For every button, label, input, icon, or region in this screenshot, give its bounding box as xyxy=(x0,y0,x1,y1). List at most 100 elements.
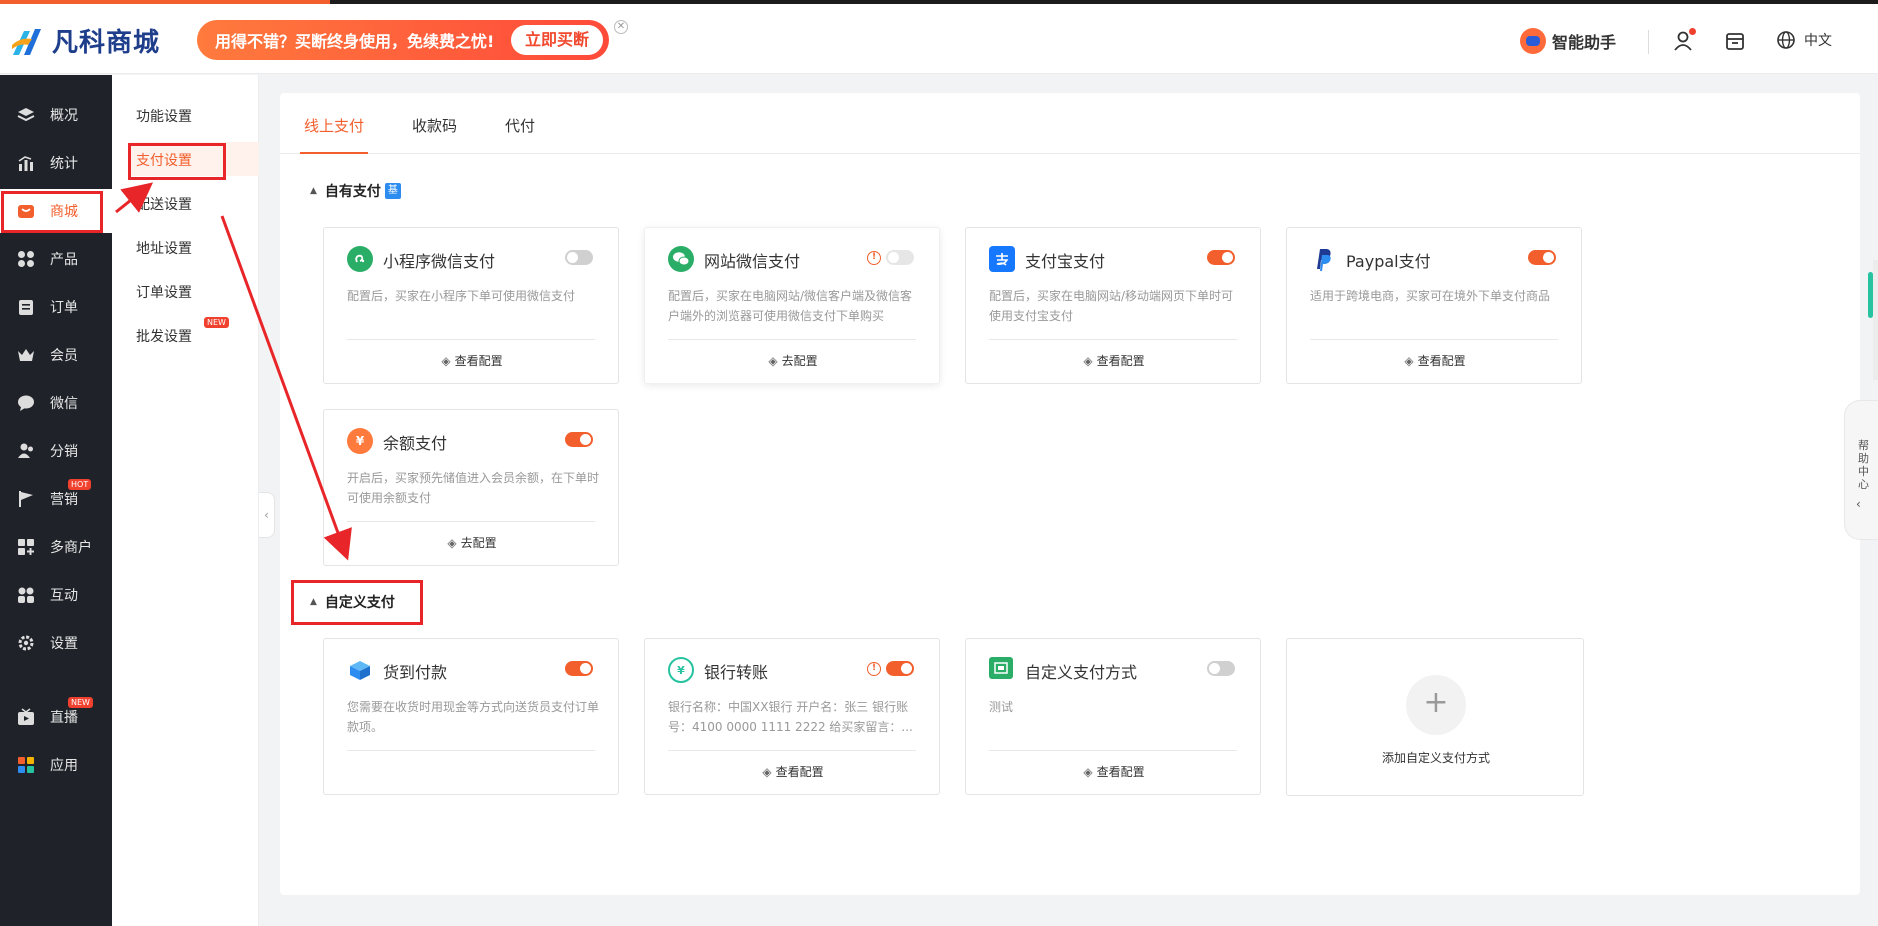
enable-toggle[interactable] xyxy=(565,432,593,447)
view-config-link[interactable]: ◈ 查看配置 xyxy=(324,352,620,369)
promo-banner[interactable]: 用得不错？买断终身使用，免续费之忧! 立即买断 xyxy=(197,20,609,60)
help-center-tab[interactable]: 帮助中心 ‹ xyxy=(1844,400,1878,540)
assistant-button[interactable]: 智能助手 xyxy=(1520,28,1616,54)
language-switch[interactable]: 中文 xyxy=(1776,30,1832,50)
collapse-subnav-button[interactable]: ‹ xyxy=(259,492,275,538)
enable-toggle[interactable] xyxy=(565,250,593,265)
chevron-left-icon: ‹ xyxy=(1856,497,1861,511)
hot-badge: HOT xyxy=(68,479,92,490)
card-description: 开启后，买家预先储值进入会员余额，在下单时可使用余额支付 xyxy=(347,471,599,505)
layers-icon: ◈ xyxy=(1404,354,1414,368)
card-divider xyxy=(347,521,595,522)
annotation-box-custom-payment xyxy=(291,580,423,625)
enable-toggle[interactable] xyxy=(1207,661,1235,676)
user-icon[interactable] xyxy=(1670,28,1696,54)
logo[interactable]: 凡科商城 xyxy=(10,22,160,59)
promo-close-icon[interactable]: ✕ xyxy=(614,20,628,34)
enable-toggle[interactable] xyxy=(886,250,914,265)
sidebar-item-overview[interactable]: 概况 xyxy=(0,93,112,137)
warning-icon[interactable]: ! xyxy=(867,662,881,676)
sidebar-label: 互动 xyxy=(50,588,78,604)
notification-dot xyxy=(1689,28,1696,35)
card-title: 货到付款 xyxy=(383,663,448,682)
view-config-link[interactable]: ◈ 查看配置 xyxy=(645,763,941,780)
card-divider xyxy=(668,339,916,340)
subnav-item-wholesale[interactable]: 批发设置 NEW xyxy=(136,317,229,346)
view-config-link[interactable]: ◈ 查看配置 xyxy=(966,763,1262,780)
enable-toggle[interactable] xyxy=(1528,250,1556,265)
promo-text: 用得不错？买断终身使用，免续费之忧! xyxy=(215,32,495,51)
sidebar-item-live[interactable]: 直播 NEW xyxy=(0,695,112,739)
sidebar-item-marketing[interactable]: 营销 HOT xyxy=(0,477,112,521)
card-title: Paypal支付 xyxy=(1346,252,1431,271)
paypal-icon xyxy=(1310,246,1336,272)
payment-card-paypal: Paypal支付 适用于跨境电商，买家可在境外下单支付商品 ◈ 查看配置 xyxy=(1286,227,1582,384)
new-badge: NEW xyxy=(68,697,93,708)
tab-qr-code[interactable]: 收款码 xyxy=(412,115,457,136)
sidebar-label: 多商户 xyxy=(50,540,92,556)
shop-icon[interactable] xyxy=(1722,28,1748,54)
sidebar-item-settings[interactable]: 设置 xyxy=(0,621,112,665)
card-divider xyxy=(668,750,916,751)
sidebar-item-distribution[interactable]: 分销 xyxy=(0,429,112,473)
collapse-triangle-icon: ▲ xyxy=(310,186,317,196)
tab-bar: 线上支付 收款码 代付 xyxy=(280,93,1860,154)
sidebar-item-orders[interactable]: 订单 xyxy=(0,285,112,329)
go-config-link[interactable]: ◈ 去配置 xyxy=(645,352,941,369)
layers-icon: ◈ xyxy=(447,536,457,550)
tab-online-payment[interactable]: 线上支付 xyxy=(304,115,364,136)
sidebar-item-interaction[interactable]: 互动 xyxy=(0,573,112,617)
warning-icon[interactable]: ! xyxy=(867,251,881,265)
subnav-item-function[interactable]: 功能设置 xyxy=(136,106,192,126)
sidebar-item-stats[interactable]: 统计 xyxy=(0,141,112,185)
sidebar-label: 设置 xyxy=(50,636,78,652)
card-title: 小程序微信支付 xyxy=(383,252,496,271)
card-divider xyxy=(347,339,595,340)
section-title: 自有支付 xyxy=(324,184,381,200)
multi-store-icon xyxy=(16,537,36,557)
scrollbar-track[interactable] xyxy=(1873,260,1878,380)
payment-card-mini-wechat: 小程序微信支付 配置后，买家在小程序下单可使用微信支付 ◈ 查看配置 xyxy=(323,227,619,384)
tab-proxy-pay[interactable]: 代付 xyxy=(505,115,535,136)
enable-toggle[interactable] xyxy=(1207,250,1235,265)
sidebar-item-wechat[interactable]: 微信 xyxy=(0,381,112,425)
annotation-box-payment-settings xyxy=(128,143,226,180)
subnav-item-order[interactable]: 订单设置 xyxy=(136,282,192,302)
card-description: 测试 xyxy=(989,700,1014,714)
scrollbar-thumb[interactable] xyxy=(1868,272,1873,318)
sidebar-label: 直播 xyxy=(50,710,78,726)
cod-box-icon xyxy=(347,657,373,683)
enable-toggle[interactable] xyxy=(886,661,914,676)
view-config-link[interactable]: ◈ 查看配置 xyxy=(1287,352,1583,369)
add-custom-label: 添加自定义支付方式 xyxy=(1381,751,1490,765)
crown-icon xyxy=(16,345,36,365)
go-config-link[interactable]: ◈ 去配置 xyxy=(324,534,620,551)
sidebar-item-members[interactable]: 会员 xyxy=(0,333,112,377)
card-description: 适用于跨境电商，买家可在境外下单支付商品 xyxy=(1310,289,1551,303)
plus-icon: + xyxy=(1406,675,1466,735)
subnav-item-address[interactable]: 地址设置 xyxy=(136,238,192,258)
section-own-payment[interactable]: ▲ 自有支付 基 xyxy=(310,181,401,201)
card-description: 配置后，买家在小程序下单可使用微信支付 xyxy=(347,289,576,303)
subnav-item-delivery[interactable]: 配送设置 xyxy=(136,194,192,214)
link-label: 查看配置 xyxy=(1417,354,1466,368)
sidebar-label: 产品 xyxy=(50,252,78,268)
link-label: 去配置 xyxy=(781,354,818,368)
sidebar-label: 概况 xyxy=(50,108,78,124)
clipboard-icon xyxy=(16,297,36,317)
live-icon xyxy=(16,707,36,727)
link-label: 查看配置 xyxy=(1096,765,1145,779)
grid-icon xyxy=(16,249,36,269)
card-divider xyxy=(989,750,1237,751)
globe-icon xyxy=(1777,31,1795,49)
interact-icon xyxy=(16,585,36,605)
add-custom-payment-card[interactable]: + 添加自定义支付方式 xyxy=(1286,638,1584,796)
link-label: 查看配置 xyxy=(1096,354,1145,368)
enable-toggle[interactable] xyxy=(565,661,593,676)
payment-card-custom-method: 自定义支付方式 测试 ◈ 查看配置 xyxy=(965,638,1261,795)
sidebar-item-apps[interactable]: 应用 xyxy=(0,743,112,787)
sidebar-item-multi-merchant[interactable]: 多商户 xyxy=(0,525,112,569)
buyout-button[interactable]: 立即买断 xyxy=(510,25,603,55)
sidebar-item-products[interactable]: 产品 xyxy=(0,237,112,281)
view-config-link[interactable]: ◈ 查看配置 xyxy=(966,352,1262,369)
